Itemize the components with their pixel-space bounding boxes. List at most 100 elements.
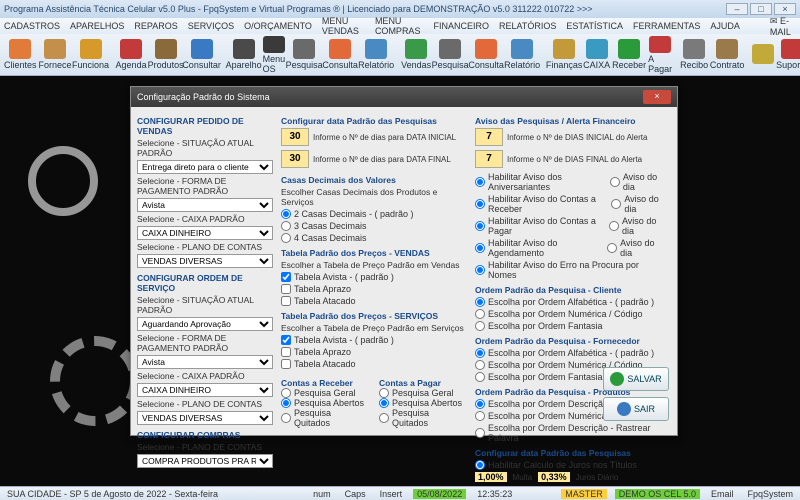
toolbar-button[interactable]: Aparelho — [227, 36, 261, 74]
menu-item[interactable]: AJUDA — [710, 21, 740, 31]
caixa-vendas-select[interactable]: CAIXA DINHEIRO — [137, 226, 273, 240]
cr-geral-radio[interactable]: Pesquisa Geral — [281, 388, 369, 398]
opf-alf-radio[interactable]: Escolha por Ordem Alfabética - ( padrão … — [475, 348, 661, 358]
field-label: Selecione - FORMA DE PAGAMENTO PADRÃO — [137, 333, 273, 353]
toolbar-button[interactable]: Consulta — [469, 36, 503, 74]
juros-enable-radio[interactable]: Habilitar Calculo de Juros nos Títulos — [475, 460, 661, 470]
menu-item[interactable]: O/ORÇAMENTO — [244, 21, 312, 31]
field-label: Escolher Casas Decimais dos Produtos e S… — [281, 187, 467, 207]
toolbar-button[interactable]: Agenda — [116, 36, 147, 74]
cp-abertos-radio[interactable]: Pesquisa Abertos — [379, 398, 467, 408]
aviso-agend-radio[interactable]: Habilitar Aviso do Agendamento — [475, 238, 597, 258]
dias-final-input[interactable]: 30 — [281, 150, 309, 168]
plano-vendas-select[interactable]: VENDAS DIVERSAS — [137, 254, 273, 268]
dias-inicial-input[interactable]: 30 — [281, 128, 309, 146]
toolbar-icon — [781, 39, 800, 59]
email-icon[interactable]: ✉ E-MAIL — [770, 16, 796, 37]
toolbar-icon — [329, 39, 351, 59]
situacao-os-select[interactable]: Aguardando Aprovação — [137, 317, 273, 331]
alerta-final-input[interactable]: 7 — [475, 150, 503, 168]
cr-abertos-radio[interactable]: Pesquisa Abertos — [281, 398, 369, 408]
menu-item[interactable]: ESTATÍSTICA — [566, 21, 623, 31]
toolbar-icon — [439, 39, 461, 59]
tps-atacado-check[interactable]: Tabela Atacado — [281, 359, 467, 369]
aviso-dia-radio[interactable]: Aviso do dia — [611, 194, 661, 214]
situacao-vendas-select[interactable]: Entrega direto para o cliente — [137, 160, 273, 174]
casas-2-radio[interactable]: 2 Casas Decimais - ( padrão ) — [281, 209, 467, 219]
toolbar-button[interactable]: A Pagar — [648, 36, 672, 74]
toolbar-button[interactable] — [752, 36, 774, 74]
section-header: Tabela Padrão dos Preços - VENDAS — [281, 248, 467, 258]
aviso-dia-radio[interactable]: Aviso do dia — [610, 172, 661, 192]
toolbar-button[interactable]: Relatório — [359, 36, 393, 74]
tpv-atacado-check[interactable]: Tabela Atacado — [281, 296, 467, 306]
menu-item[interactable]: CADASTROS — [4, 21, 60, 31]
minimize-button[interactable]: – — [726, 3, 748, 15]
toolbar-button[interactable]: Contrato — [710, 36, 744, 74]
maximize-button[interactable]: □ — [750, 3, 772, 15]
toolbar-button[interactable]: Funciona — [74, 36, 108, 74]
tpv-avista-check[interactable]: Tabela Avista - ( padrão ) — [281, 272, 467, 282]
field-label: Escolher a Tabela de Preço Padrão em Ser… — [281, 323, 467, 333]
pagamento-os-select[interactable]: Avista — [137, 355, 273, 369]
toolbar-button[interactable]: Finanças — [547, 36, 581, 74]
caixa-os-select[interactable]: CAIXA DINHEIRO — [137, 383, 273, 397]
menu-item[interactable]: APARELHOS — [70, 21, 124, 31]
toolbar-button[interactable]: Pesquisa — [287, 36, 321, 74]
menu-item[interactable]: REPAROS — [134, 21, 177, 31]
casas-3-radio[interactable]: 3 Casas Decimais — [281, 221, 467, 231]
toolbar-button[interactable]: Vendas — [401, 36, 431, 74]
aviso-dia-radio[interactable]: Aviso do dia — [609, 216, 661, 236]
section-header: Configurar data Padrão das Pesquisas — [281, 116, 467, 126]
toolbar-button[interactable]: CAIXA — [583, 36, 610, 74]
aviso-pagar-radio[interactable]: Habilitar Aviso do Contas a Pagar — [475, 216, 599, 236]
cr-quitados-radio[interactable]: Pesquisa Quitados — [281, 408, 369, 428]
toolbar-button[interactable]: Recibo — [680, 36, 708, 74]
alerta-inicial-input[interactable]: 7 — [475, 128, 503, 146]
aviso-aniv-radio[interactable]: Habilitar Aviso dos Aniversariantes — [475, 172, 600, 192]
sair-button[interactable]: SAIR — [603, 397, 669, 421]
dialog-titlebar[interactable]: Configuração Padrão do Sistema × — [131, 87, 677, 107]
aviso-receber-radio[interactable]: Habilitar Aviso do Contas a Receber — [475, 194, 601, 214]
toolbar-button[interactable]: Pesquisa — [433, 36, 467, 74]
tpv-aprazo-check[interactable]: Tabela Aprazo — [281, 284, 467, 294]
toolbar-button[interactable]: Menu OS — [263, 36, 286, 74]
casas-4-radio[interactable]: 4 Casas Decimais — [281, 233, 467, 243]
salvar-button[interactable]: SALVAR — [603, 367, 669, 391]
tps-avista-check[interactable]: Tabela Avista - ( padrão ) — [281, 335, 467, 345]
toolbar-button[interactable]: Consulta — [323, 36, 357, 74]
menu-item[interactable]: MENU VENDAS — [322, 16, 365, 36]
aviso-erro-radio[interactable]: Habilitar Aviso do Erro na Procura por N… — [475, 260, 661, 280]
menu-item[interactable]: RELATÓRIOS — [499, 21, 556, 31]
opc-num-radio[interactable]: Escolha por Ordem Numérica / Código — [475, 309, 661, 319]
section-header: CONFIGURAR COMPRAS — [137, 430, 273, 440]
cp-quitados-radio[interactable]: Pesquisa Quitados — [379, 408, 467, 428]
plano-compras-select[interactable]: COMPRA PRODUTOS PRA REVENDA — [137, 454, 273, 468]
close-button[interactable]: × — [774, 3, 796, 15]
tps-aprazo-check[interactable]: Tabela Aprazo — [281, 347, 467, 357]
toolbar-button[interactable]: Receber — [612, 36, 646, 74]
opc-alf-radio[interactable]: Escolha por Ordem Alfabética - ( padrão … — [475, 297, 661, 307]
toolbar-button[interactable]: Relatório — [505, 36, 539, 74]
status-brand[interactable]: FpqSystem — [744, 489, 796, 499]
toolbar-label: Recibo — [680, 60, 708, 70]
opc-fan-radio[interactable]: Escolha por Ordem Fantasia — [475, 321, 661, 331]
status-email[interactable]: Email — [708, 489, 737, 499]
plano-os-select[interactable]: VENDAS DIVERSAS — [137, 411, 273, 425]
toolbar-button[interactable]: Clientes — [4, 36, 37, 74]
menu-item[interactable]: MENU COMPRAS — [375, 16, 424, 36]
toolbar-button[interactable]: Produtos — [149, 36, 183, 74]
check-icon — [610, 372, 624, 386]
cp-geral-radio[interactable]: Pesquisa Geral — [379, 388, 467, 398]
config-dialog: Configuração Padrão do Sistema × CONFIGU… — [130, 86, 678, 436]
toolbar-button[interactable]: Suporte — [776, 36, 800, 74]
field-label: Selecione - SITUAÇÃO ATUAL PADRÃO — [137, 295, 273, 315]
toolbar-button[interactable]: Fornece — [39, 36, 72, 74]
dialog-close-button[interactable]: × — [643, 90, 671, 104]
aviso-dia-radio[interactable]: Aviso do dia — [607, 238, 661, 258]
menu-item[interactable]: FINANCEIRO — [433, 21, 489, 31]
menu-item[interactable]: SERVIÇOS — [188, 21, 234, 31]
toolbar-button[interactable]: Consultar — [185, 36, 219, 74]
pagamento-vendas-select[interactable]: Avista — [137, 198, 273, 212]
menu-item[interactable]: FERRAMENTAS — [633, 21, 700, 31]
